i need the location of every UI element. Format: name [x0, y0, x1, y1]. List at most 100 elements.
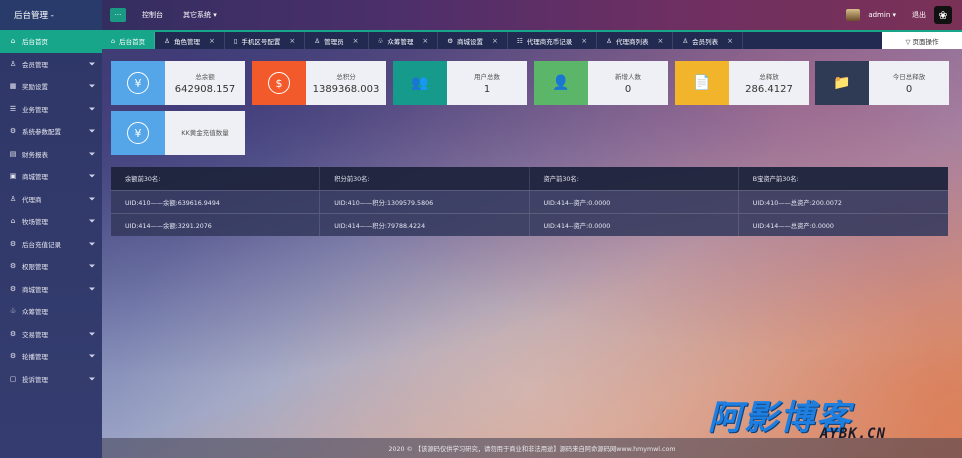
- stat-card-label: KK黄金充值数量: [181, 128, 229, 137]
- stat-card-text: 总释放 286.4127: [729, 61, 809, 105]
- sidebar-item-3[interactable]: ☰ 业务管理: [0, 98, 102, 121]
- top-right: admin ▾ 退出 ❀: [846, 6, 962, 24]
- sidebar-item-label: 奖励设置: [22, 83, 48, 92]
- close-icon[interactable]: ×: [727, 37, 733, 45]
- tab-2[interactable]: ▯ 手机区号配置 ×: [225, 32, 306, 49]
- table-cell: UID:410——总资产:200.0072: [752, 199, 842, 207]
- menu-toggle-button[interactable]: ···: [110, 8, 126, 22]
- gear-icon: ⚙: [447, 36, 454, 45]
- sidebar-item-9[interactable]: ⚙ 后台充值记录: [0, 233, 102, 256]
- sidebar-item-label: 轮播管理: [22, 353, 48, 362]
- stat-card-value: 0: [905, 84, 913, 95]
- tab-label: 众筹管理: [387, 37, 414, 46]
- sidebar-item-1[interactable]: ♙ 会员管理: [0, 53, 102, 76]
- stat-card-icon-box: ¥: [111, 61, 165, 105]
- sidebar-item-2[interactable]: ▦ 奖励设置: [0, 75, 102, 98]
- stat-card: $ 总积分 1389368.003: [252, 61, 386, 105]
- table-cell: UID:410——积分:1309579.5806: [320, 191, 530, 213]
- theme-icon[interactable]: ❀: [934, 6, 952, 24]
- table-row: UID:414——余额:3291.2076 UID:414——积分:79788.…: [111, 213, 948, 236]
- crowdfund-icon: ♧: [9, 307, 17, 316]
- carousel-icon: ⚙: [9, 352, 17, 361]
- sidebar-item-8[interactable]: ⌂ 牧场管理: [0, 210, 102, 233]
- person-icon: 👤: [552, 75, 570, 91]
- tab-label: 后台首页: [119, 37, 146, 46]
- tab-4[interactable]: ♧ 众筹管理 ×: [369, 32, 439, 49]
- dollar-icon: $: [268, 72, 290, 94]
- sidebar: ⌂ 后台首页 ♙ 会员管理 ▦ 奖励设置 ☰ 业务管理 ⚙ 系统参数配置 ▤ 财务报表 ▣ 商城管理 ♙ 代理…: [0, 30, 102, 458]
- sidebar-item-label: 众筹管理: [22, 308, 48, 317]
- top-nav-console[interactable]: 控制台: [142, 10, 163, 20]
- table-header-cell: 积分前30名:: [320, 167, 530, 190]
- role-icon: ♙: [164, 36, 170, 45]
- sidebar-item-15[interactable]: ▢ 投诉管理: [0, 368, 102, 391]
- stat-card-text: 用户总数 1: [447, 61, 527, 105]
- stat-card: 👤 新增人数 0: [534, 61, 668, 105]
- stat-card-label: 总释放: [759, 73, 779, 81]
- folder-icon: 📁: [833, 75, 851, 91]
- stat-card-label: 用户总数: [474, 73, 500, 81]
- permission-icon: ⚙: [9, 262, 17, 271]
- stat-card-label: 总积分: [336, 73, 356, 81]
- sidebar-item-7[interactable]: ♙ 代理商: [0, 188, 102, 211]
- phone-icon: ▯: [233, 36, 238, 45]
- stat-card-icon-box: 👥: [393, 61, 447, 105]
- tab-5[interactable]: ⚙ 商城设置 ×: [438, 32, 508, 49]
- user-menu[interactable]: admin ▾: [868, 11, 896, 19]
- stat-card-value: 1389368.003: [312, 84, 380, 95]
- tab-8[interactable]: ♙ 会员列表 ×: [673, 32, 744, 49]
- close-icon[interactable]: ×: [209, 37, 215, 45]
- sidebar-item-5[interactable]: ▤ 财务报表: [0, 143, 102, 166]
- admin-icon: ♙: [314, 36, 321, 45]
- close-icon[interactable]: ×: [492, 37, 498, 45]
- yen-icon: ¥: [127, 122, 149, 144]
- sidebar-item-13[interactable]: ⚙ 交易管理: [0, 323, 102, 346]
- stat-card-label: 总余额: [195, 73, 215, 81]
- close-icon[interactable]: ×: [353, 37, 359, 45]
- sidebar-item-label: 代理商: [22, 195, 42, 204]
- user-icon: ♙: [9, 59, 17, 68]
- tab-7[interactable]: ♙ 代理商列表 ×: [597, 32, 674, 49]
- close-icon[interactable]: ×: [657, 37, 663, 45]
- table-cell: UID:414——积分:79788.4224: [320, 214, 530, 236]
- chevron-down-icon: [89, 264, 95, 268]
- tab-1[interactable]: ♙ 角色管理 ×: [155, 32, 225, 49]
- close-icon[interactable]: ×: [422, 37, 428, 45]
- tab-0[interactable]: ⌂ 后台首页: [102, 32, 156, 49]
- table-header-cell: 余额前30名:: [111, 167, 321, 190]
- tab-label: 代理商充币记录: [526, 37, 573, 46]
- sidebar-item-4[interactable]: ⚙ 系统参数配置: [0, 120, 102, 143]
- sidebar-item-0[interactable]: ⌂ 后台首页: [0, 30, 102, 53]
- sidebar-item-14[interactable]: ⚙ 轮播管理: [0, 345, 102, 368]
- stat-card-icon-box: 📁: [815, 61, 869, 105]
- agent-icon: ♙: [9, 194, 17, 203]
- business-icon: ☰: [9, 104, 17, 113]
- avatar[interactable]: [846, 9, 861, 21]
- top-nav-other-systems[interactable]: 其它系统 ▾: [183, 10, 217, 20]
- close-icon[interactable]: ×: [581, 37, 587, 45]
- sidebar-item-label: 投诉管理: [22, 375, 48, 384]
- settings-icon: ⚙: [9, 127, 17, 136]
- stat-card-icon-box: $: [252, 61, 306, 105]
- sidebar-item-10[interactable]: ⚙ 权限管理: [0, 255, 102, 278]
- chevron-down-icon: [89, 377, 95, 381]
- close-icon[interactable]: ×: [289, 37, 295, 45]
- tab-label: 商城设置: [457, 37, 484, 46]
- table-cell: UID:414--资产:0.0000: [530, 191, 739, 213]
- stat-card-label: 今日总释放: [892, 73, 926, 81]
- stat-card: 📄 总释放 286.4127: [675, 61, 809, 105]
- sidebar-item-11[interactable]: ⚙ 商城管理: [0, 278, 102, 301]
- logout-link[interactable]: 退出: [912, 10, 926, 20]
- tab-label: 角色管理: [173, 37, 200, 46]
- sidebar-item-label: 牧场管理: [22, 218, 48, 227]
- tab-3[interactable]: ♙ 管理员 ×: [305, 32, 369, 49]
- yen-icon: ¥: [127, 72, 149, 94]
- stat-card: 👥 用户总数 1: [393, 61, 527, 105]
- sidebar-item-6[interactable]: ▣ 商城管理: [0, 165, 102, 188]
- tab-6[interactable]: ☷ 代理商充币记录 ×: [508, 32, 598, 49]
- sidebar-item-label: 会员管理: [22, 60, 48, 69]
- page-operations-button[interactable]: ▽ 页面操作: [882, 32, 962, 49]
- chevron-down-icon: [89, 242, 95, 246]
- sidebar-item-label: 后台首页: [22, 38, 48, 47]
- sidebar-item-12[interactable]: ♧ 众筹管理: [0, 300, 102, 323]
